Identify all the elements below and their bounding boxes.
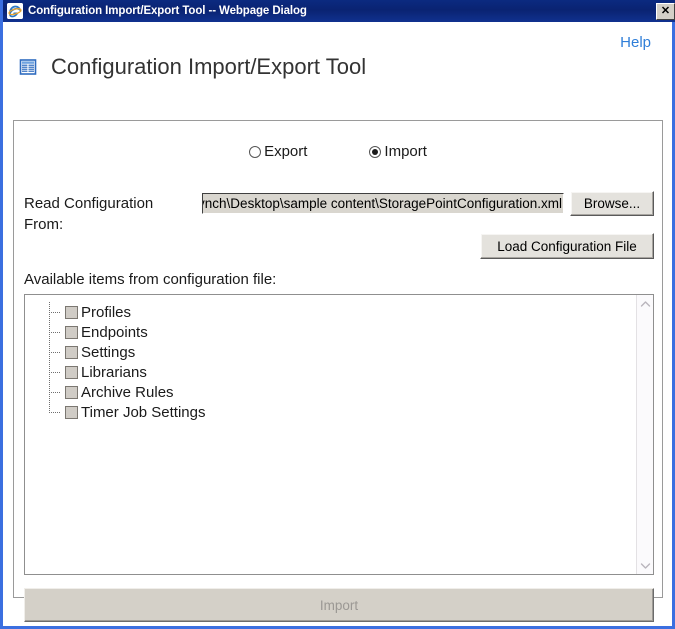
item-checkbox[interactable]	[65, 326, 78, 339]
item-checkbox[interactable]	[65, 306, 78, 319]
item-label: Profiles	[81, 304, 131, 321]
page-header: Configuration Import/Export Tool	[19, 54, 366, 80]
configuration-path-input[interactable]: llynch\Desktop\sample content\StoragePoi…	[202, 193, 564, 214]
dialog-body: Help Configuration Import/Export Tool	[3, 22, 672, 626]
list-item[interactable]: Librarians	[25, 362, 636, 382]
list-item[interactable]: Profiles	[25, 302, 636, 322]
item-checkbox[interactable]	[65, 346, 78, 359]
mode-radio-group: Export Import	[14, 143, 662, 160]
radio-export-label: Export	[264, 143, 307, 160]
listbox-scrollbar[interactable]	[636, 295, 653, 574]
list-item[interactable]: Archive Rules	[25, 382, 636, 402]
dialog-window: Configuration Import/Export Tool -- Webp…	[0, 0, 675, 629]
close-button[interactable]: ✕	[656, 3, 675, 20]
available-items-label: Available items from configuration file:	[24, 271, 276, 288]
list-item[interactable]: Settings	[25, 342, 636, 362]
read-configuration-label: Read Configuration From:	[24, 193, 189, 235]
title-bar: Configuration Import/Export Tool -- Webp…	[3, 0, 675, 22]
items-tree: Profiles Endpoints Settings Librarians Archi…	[25, 295, 636, 574]
item-label: Archive Rules	[81, 384, 174, 401]
page-title: Configuration Import/Export Tool	[51, 54, 366, 80]
import-button[interactable]: Import	[24, 588, 654, 622]
window-title: Configuration Import/Export Tool -- Webp…	[28, 5, 656, 17]
available-items-listbox: Profiles Endpoints Settings Librarians Archi…	[24, 294, 654, 575]
help-link[interactable]: Help	[620, 34, 651, 51]
list-item[interactable]: Endpoints	[25, 322, 636, 342]
internet-explorer-icon	[7, 3, 23, 19]
item-label: Timer Job Settings	[81, 404, 206, 421]
configuration-path-value: llynch\Desktop\sample content\StoragePoi…	[202, 196, 562, 211]
main-panel: Export Import Read Configuration From: l…	[13, 120, 663, 598]
chevron-down-icon[interactable]	[637, 557, 654, 574]
list-item[interactable]: Timer Job Settings	[25, 402, 636, 422]
item-checkbox[interactable]	[65, 406, 78, 419]
item-checkbox[interactable]	[65, 366, 78, 379]
item-label: Endpoints	[81, 324, 148, 341]
item-label: Librarians	[81, 364, 147, 381]
radio-export[interactable]: Export	[249, 143, 307, 160]
browse-button[interactable]: Browse...	[570, 191, 654, 216]
item-checkbox[interactable]	[65, 386, 78, 399]
radio-import-label: Import	[384, 143, 427, 160]
item-label: Settings	[81, 344, 135, 361]
radio-import[interactable]: Import	[369, 143, 427, 160]
radio-export-circle	[249, 146, 261, 158]
load-configuration-file-button[interactable]: Load Configuration File	[480, 233, 654, 259]
radio-import-circle	[369, 146, 381, 158]
chevron-up-icon[interactable]	[637, 295, 654, 312]
document-grid-icon	[19, 58, 37, 76]
